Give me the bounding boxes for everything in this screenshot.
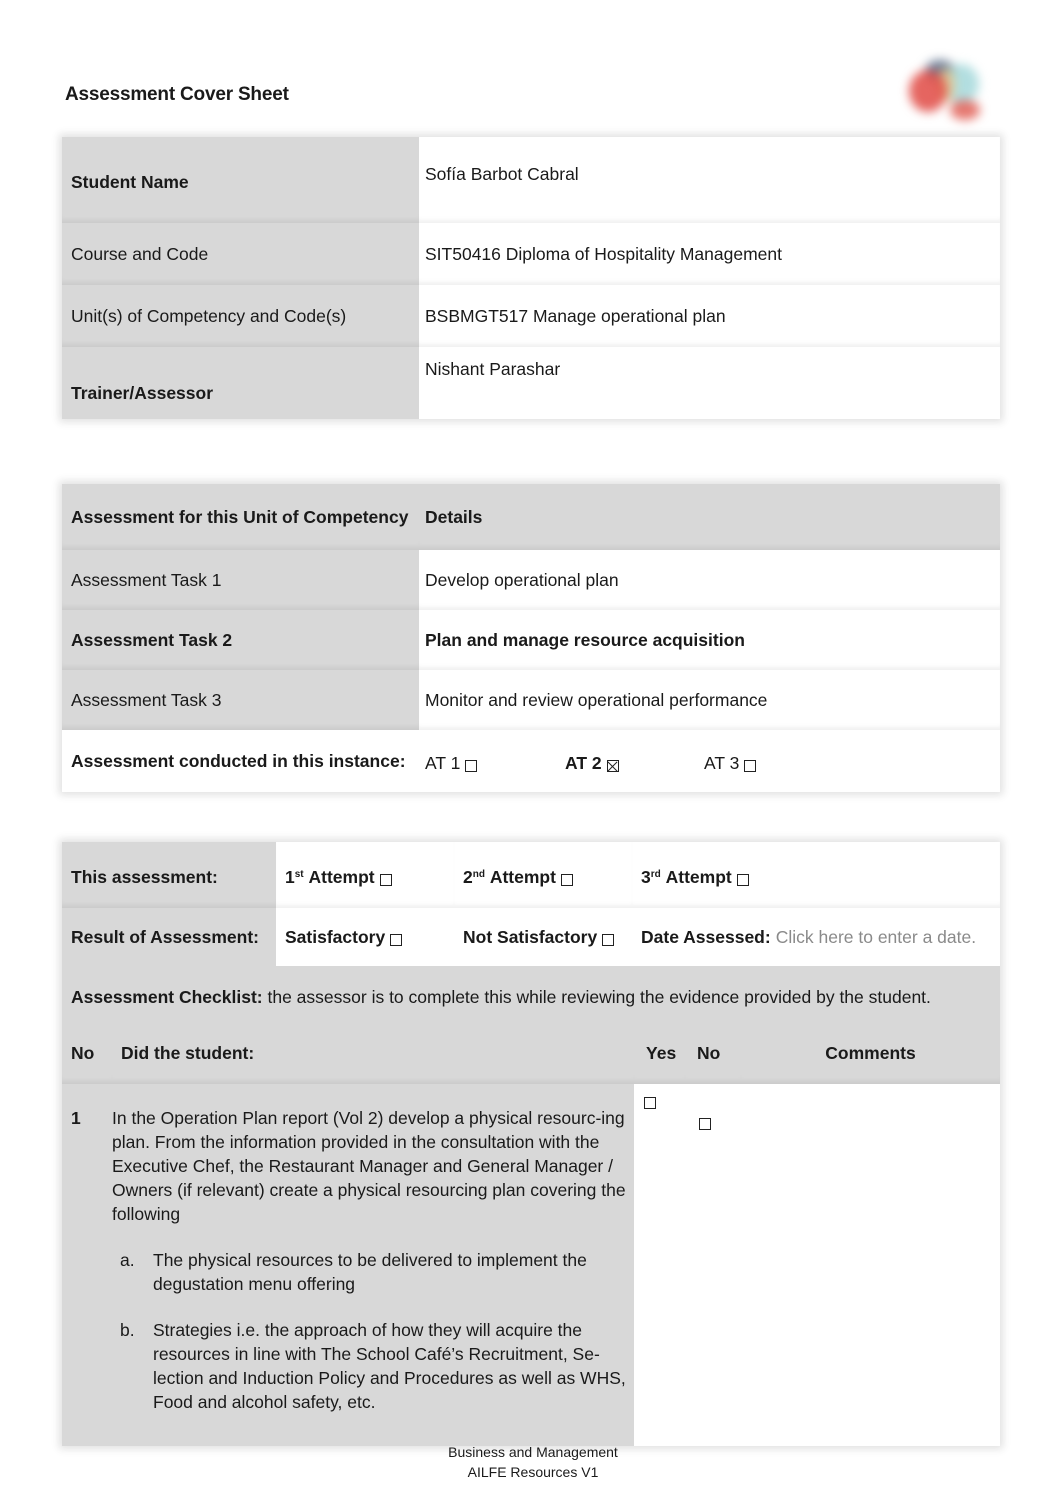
footer-line-2: AILFE Resources V1	[467, 1464, 599, 1480]
subitem-b-text: Strategies i.e. the approach of how they…	[153, 1320, 626, 1412]
task-2-label: Assessment Task 2	[62, 610, 419, 670]
conducted-row: Assessment conducted in this instance: A…	[62, 730, 1000, 792]
attempt-2-num: 2	[463, 866, 473, 887]
checklist-item-row: 1 In the Operation Plan report (Vol 2) d…	[62, 1084, 1000, 1446]
date-assessed-label: Date Assessed:	[641, 926, 771, 947]
date-assessed-placeholder[interactable]: Click here to enter a date.	[776, 927, 976, 948]
date-assessed-field[interactable]: Date Assessed: Click here to enter a dat…	[632, 908, 1000, 966]
checklist-intro-title: Assessment Checklist:	[71, 986, 263, 1007]
subitem-a-label: a.	[120, 1250, 135, 1270]
item-yes-checkbox[interactable]	[644, 1097, 656, 1109]
col-no2-header: No	[685, 1022, 741, 1084]
item-description: In the Operation Plan report (Vol 2) dev…	[112, 1084, 634, 1446]
not-satisfactory-option[interactable]: Not Satisfactory	[454, 908, 632, 966]
item-yes-cell	[634, 1084, 685, 1446]
at3-option[interactable]: AT 3	[704, 752, 757, 774]
item-no-checkbox[interactable]	[699, 1118, 711, 1130]
subitem-b: b. Strategies i.e. the approach of how t…	[112, 1318, 626, 1414]
conducted-label: Assessment conducted in this instance:	[62, 730, 419, 792]
attempt-1-sup: st	[294, 868, 304, 880]
course-row: Course and Code SIT50416 Diploma of Hosp…	[62, 223, 1000, 285]
at2-option[interactable]: AT 2	[565, 753, 704, 774]
attempt-3-sup: rd	[650, 868, 661, 880]
item-no-cell	[685, 1084, 741, 1446]
attempt-2-sup: nd	[472, 868, 485, 880]
result-label: Result of Assessment:	[62, 908, 276, 966]
attempt-1-text: Attempt	[308, 866, 375, 887]
attempt-2-option[interactable]: 2nd Attempt	[454, 842, 632, 908]
col-no-header: No	[62, 1022, 112, 1084]
course-label: Course and Code	[62, 223, 419, 285]
checklist-intro-row: Assessment Checklist: the assessor is to…	[62, 966, 1000, 1022]
unit-value[interactable]: BSBMGT517 Manage operational plan	[419, 285, 1000, 347]
trainer-label: Trainer/Assessor	[62, 347, 419, 419]
attempt-1-option[interactable]: 1st Attempt	[276, 842, 454, 908]
unit-row: Unit(s) of Competency and Code(s) BSBMGT…	[62, 285, 1000, 347]
tasks-header-row: Assessment for this Unit of Competency D…	[62, 484, 1000, 550]
attempt-2-checkbox[interactable]	[560, 874, 573, 886]
task-2-value: Plan and manage resource acquisition	[419, 610, 1000, 670]
col-did-student-header: Did the student:	[112, 1022, 634, 1084]
tasks-header-col1: Assessment for this Unit of Competency	[62, 484, 419, 550]
checklist-intro-text: the assessor is to complete this while r…	[262, 986, 931, 1007]
satisfactory-checkbox[interactable]	[390, 934, 403, 946]
footer-line-1: Business and Management	[448, 1444, 618, 1460]
assessment-tasks-table: Assessment for this Unit of Competency D…	[62, 484, 1000, 792]
tasks-header-col2: Details	[419, 484, 1000, 550]
at1-checkbox[interactable]	[465, 760, 478, 772]
student-name-row: Student Name Sofía Barbot Cabral	[62, 137, 1000, 223]
col-yes-header: Yes	[634, 1022, 685, 1084]
subitem-a: a. The physical resources to be delivere…	[112, 1248, 626, 1296]
task-1-label: Assessment Task 1	[62, 550, 419, 610]
student-name-label: Student Name	[62, 137, 419, 223]
student-name-value[interactable]: Sofía Barbot Cabral	[419, 137, 1000, 223]
subitem-a-text: The physical resources to be delivered t…	[153, 1250, 587, 1294]
at2-checkbox-checked[interactable]	[606, 760, 619, 772]
checklist-header-row: No Did the student: Yes No Comments	[62, 1022, 1000, 1084]
subitem-b-label: b.	[120, 1320, 135, 1340]
at1-option[interactable]: AT 1	[425, 753, 565, 774]
attempt-3-checkbox[interactable]	[736, 874, 749, 886]
at1-label: AT 1	[425, 752, 461, 773]
item-text: In the Operation Plan report (Vol 2) dev…	[112, 1108, 626, 1224]
attempt-row: This assessment: 1st Attempt 2nd Attempt…	[62, 842, 1000, 908]
task-row: Assessment Task 3 Monitor and review ope…	[62, 670, 1000, 730]
student-info-table: Student Name Sofía Barbot Cabral Course …	[62, 137, 1000, 419]
checklist-intro: Assessment Checklist: the assessor is to…	[62, 966, 1000, 1022]
not-satisfactory-label: Not Satisfactory	[463, 926, 598, 947]
course-value[interactable]: SIT50416 Diploma of Hospitality Manageme…	[419, 223, 1000, 285]
task-row: Assessment Task 1 Develop operational pl…	[62, 550, 1000, 610]
task-3-value: Monitor and review operational performan…	[419, 670, 1000, 730]
organization-logo	[895, 52, 995, 127]
task-3-label: Assessment Task 3	[62, 670, 419, 730]
satisfactory-option[interactable]: Satisfactory	[276, 908, 454, 966]
attempt-3-text: Attempt	[665, 866, 732, 887]
unit-label: Unit(s) of Competency and Code(s)	[62, 285, 419, 347]
result-row: Result of Assessment: Satisfactory Not S…	[62, 908, 1000, 966]
attempt-2-text: Attempt	[489, 866, 556, 887]
attempt-1-checkbox[interactable]	[379, 874, 392, 886]
attempt-1-num: 1	[285, 866, 295, 887]
col-comments-header: Comments	[741, 1022, 1000, 1084]
at2-label: AT 2	[565, 752, 602, 773]
item-comments-field[interactable]	[741, 1084, 1000, 1446]
assessment-result-table: This assessment: 1st Attempt 2nd Attempt…	[62, 842, 1000, 1446]
at3-label: AT 3	[704, 752, 740, 773]
trainer-value[interactable]: Nishant Parashar	[419, 347, 1000, 419]
attempt-label: This assessment:	[62, 842, 276, 908]
attempt-3-num: 3	[641, 866, 651, 887]
trainer-row: Trainer/Assessor Nishant Parashar	[62, 347, 1000, 419]
attempt-3-option[interactable]: 3rd Attempt	[632, 842, 1000, 908]
page-footer: Business and Management AILFE Resources …	[0, 1442, 1062, 1482]
page-title: Assessment Cover Sheet	[65, 84, 289, 105]
task-1-value: Develop operational plan	[419, 550, 1000, 610]
task-row: Assessment Task 2 Plan and manage resour…	[62, 610, 1000, 670]
conducted-options: AT 1 AT 2 AT 3	[419, 730, 1000, 792]
not-satisfactory-checkbox[interactable]	[602, 934, 615, 946]
satisfactory-label: Satisfactory	[285, 926, 386, 947]
item-number: 1	[62, 1084, 112, 1446]
at3-checkbox[interactable]	[744, 760, 757, 772]
